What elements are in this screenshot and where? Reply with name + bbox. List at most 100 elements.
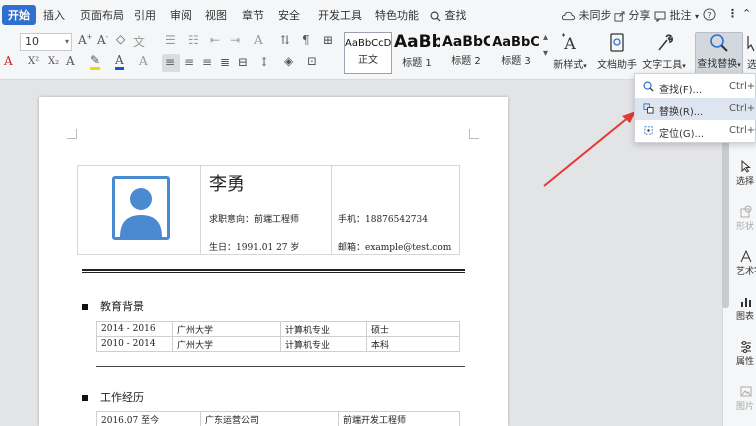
picture-icon (740, 386, 752, 397)
share-label: 分享 (628, 9, 651, 22)
work-heading: 工作经历 (82, 389, 144, 405)
find-replace-menu: 查找(F)... Ctrl+F 替换(R)... Ctrl+H 定位(G)...… (634, 73, 756, 143)
sidepanel-properties[interactable]: 属性 (736, 340, 754, 367)
phonetic-icon[interactable]: 文 (133, 33, 145, 50)
sidepanel-wordart[interactable]: 艺术字 (736, 250, 756, 277)
select-label: 选 (747, 60, 756, 71)
doc-helper-icon (610, 33, 624, 52)
tab-insert[interactable]: 插入 (43, 7, 65, 23)
education-title: 教育背景 (100, 300, 144, 313)
new-style-icon: A (562, 33, 576, 53)
text-tools-button[interactable]: 文字工具▾ (641, 32, 687, 71)
sidepanel-select[interactable]: 选择 (736, 160, 754, 187)
comment-label: 批注 (669, 9, 692, 22)
menu-item-shortcut: Ctrl+G (729, 125, 756, 136)
outdent-icon[interactable]: ⇤ (210, 33, 220, 47)
table-cell: 广东运营公司 (200, 411, 339, 426)
sidepanel-shape[interactable]: 形状 (736, 205, 754, 232)
grow-font-icon[interactable]: A+ (78, 33, 93, 47)
sidepanel-picture[interactable]: 图片 (736, 385, 754, 412)
subscript-icon[interactable]: X₂ (48, 56, 59, 67)
chevron-down-icon: ▾ (695, 12, 700, 21)
comment-button[interactable]: 批注 ▾ (654, 7, 699, 23)
share-button[interactable]: 分享 (614, 7, 651, 23)
chinese-layout-icon[interactable]: A (254, 33, 263, 47)
bullet-icon (82, 304, 88, 310)
style-heading-3[interactable]: AaBbC 标题 3 (492, 32, 540, 74)
justify-icon[interactable]: ≣ (220, 55, 230, 69)
tab-review[interactable]: 审阅 (170, 7, 192, 23)
tab-references[interactable]: 引用 (134, 7, 156, 23)
line-spacing-icon[interactable]: ↕ (259, 55, 269, 69)
tab-chapter[interactable]: 章节 (242, 7, 264, 23)
sidepanel-chart[interactable]: 图表 (736, 295, 754, 322)
doc-helper-button[interactable]: 文档助手 (597, 32, 637, 71)
char-shading-icon[interactable]: A (139, 54, 148, 68)
svg-text:A: A (563, 34, 576, 53)
border-icon[interactable]: ⊡ (307, 54, 317, 68)
education-heading: 教育背景 (82, 298, 144, 314)
more-icon[interactable]: ⋮ (727, 7, 738, 20)
text-effect-icon[interactable]: A (66, 54, 75, 68)
style-name: 标题 2 (451, 56, 481, 67)
style-normal[interactable]: AaBbCcDd 正文 (344, 32, 392, 74)
font-size-select[interactable]: 10 ▾ (20, 33, 72, 51)
new-style-button[interactable]: A 新样式▾ (551, 32, 589, 71)
doc-helper-label: 文档助手 (597, 60, 637, 71)
svg-text:?: ? (707, 9, 711, 19)
help-icon[interactable]: ? (703, 7, 716, 21)
gallery-up-icon[interactable]: ▴ (543, 32, 548, 43)
tab-developer[interactable]: 开发工具 (318, 7, 362, 23)
search-tab[interactable]: 查找 (430, 7, 467, 23)
crop-mark (469, 129, 479, 139)
chevron-down-icon: ▾ (64, 37, 69, 46)
gallery-down-icon[interactable]: ▾ (543, 48, 548, 59)
style-heading-2[interactable]: AaBbC 标题 2 (442, 32, 490, 74)
tab-security[interactable]: 安全 (278, 7, 300, 23)
select-button[interactable]: 选 (746, 32, 756, 71)
style-name: 标题 3 (501, 56, 531, 67)
table-cell: 2014 - 2016 (96, 321, 173, 337)
table-icon[interactable]: ⊞ (323, 33, 333, 47)
bullet-list-icon[interactable]: ☰ (165, 33, 176, 47)
section-divider (96, 366, 465, 367)
style-gallery: AaBbCcDd 正文 AaBb 标题 1 AaBbC 标题 2 AaBbC 标… (344, 32, 548, 74)
find-replace-button[interactable]: 查找替换▾ (695, 32, 743, 74)
cursor-icon (741, 160, 751, 173)
style-heading-1[interactable]: AaBb 标题 1 (394, 32, 440, 74)
style-preview: AaBb (394, 32, 440, 52)
work-table: 2016.07 至今 广东运营公司 前端开发工程师 (96, 411, 460, 426)
birthday: 生日：1991.01 27 岁 (209, 243, 300, 253)
menu-item-find[interactable]: 查找(F)... Ctrl+F (635, 76, 756, 98)
shrink-font-icon[interactable]: A- (97, 33, 108, 47)
tab-features[interactable]: 特色功能 (375, 7, 419, 23)
table-row: 2016.07 至今 广东运营公司 前端开发工程师 (96, 411, 460, 426)
menu-item-goto[interactable]: 定位(G)... Ctrl+G (635, 120, 756, 142)
tab-view[interactable]: 视图 (205, 7, 227, 23)
distribute-icon[interactable]: ⊟ (238, 55, 248, 69)
tab-home[interactable]: 开始 (2, 5, 36, 25)
align-right-icon[interactable]: ≡ (202, 55, 212, 69)
collapse-icon[interactable]: ⌃ (742, 7, 751, 20)
sync-status[interactable]: 未同步 (562, 7, 612, 23)
show-marks-icon[interactable]: ¶ (302, 33, 310, 47)
email: 邮箱：example@test.com (338, 243, 452, 253)
indent-icon[interactable]: ⇥ (230, 33, 240, 47)
style-name: 标题 1 (402, 58, 432, 69)
highlight-icon[interactable]: ✎ (90, 54, 101, 70)
superscript-icon[interactable]: X² (28, 56, 39, 67)
font-color-icon[interactable]: A (115, 54, 124, 70)
annotation-arrow (543, 111, 636, 187)
align-left-icon[interactable]: ≡ (165, 55, 175, 69)
search-icon (430, 11, 441, 22)
clear-format-icon[interactable]: ◇ (116, 32, 125, 46)
menu-item-replace[interactable]: 替换(R)... Ctrl+H (635, 98, 756, 120)
sort-icon[interactable]: ⇅ (280, 33, 290, 47)
sidepanel-label: 属性 (736, 357, 755, 367)
align-center-icon[interactable]: ≡ (184, 55, 194, 69)
number-list-icon[interactable]: ☷ (188, 33, 199, 47)
tab-page-layout[interactable]: 页面布局 (80, 7, 124, 23)
font-color-a-icon[interactable]: A (4, 54, 13, 68)
document-page[interactable]: 李勇 求职意向：前端工程师 生日：1991.01 27 岁 手机：1887654… (39, 97, 508, 426)
shading-icon[interactable]: ◈ (284, 54, 293, 68)
